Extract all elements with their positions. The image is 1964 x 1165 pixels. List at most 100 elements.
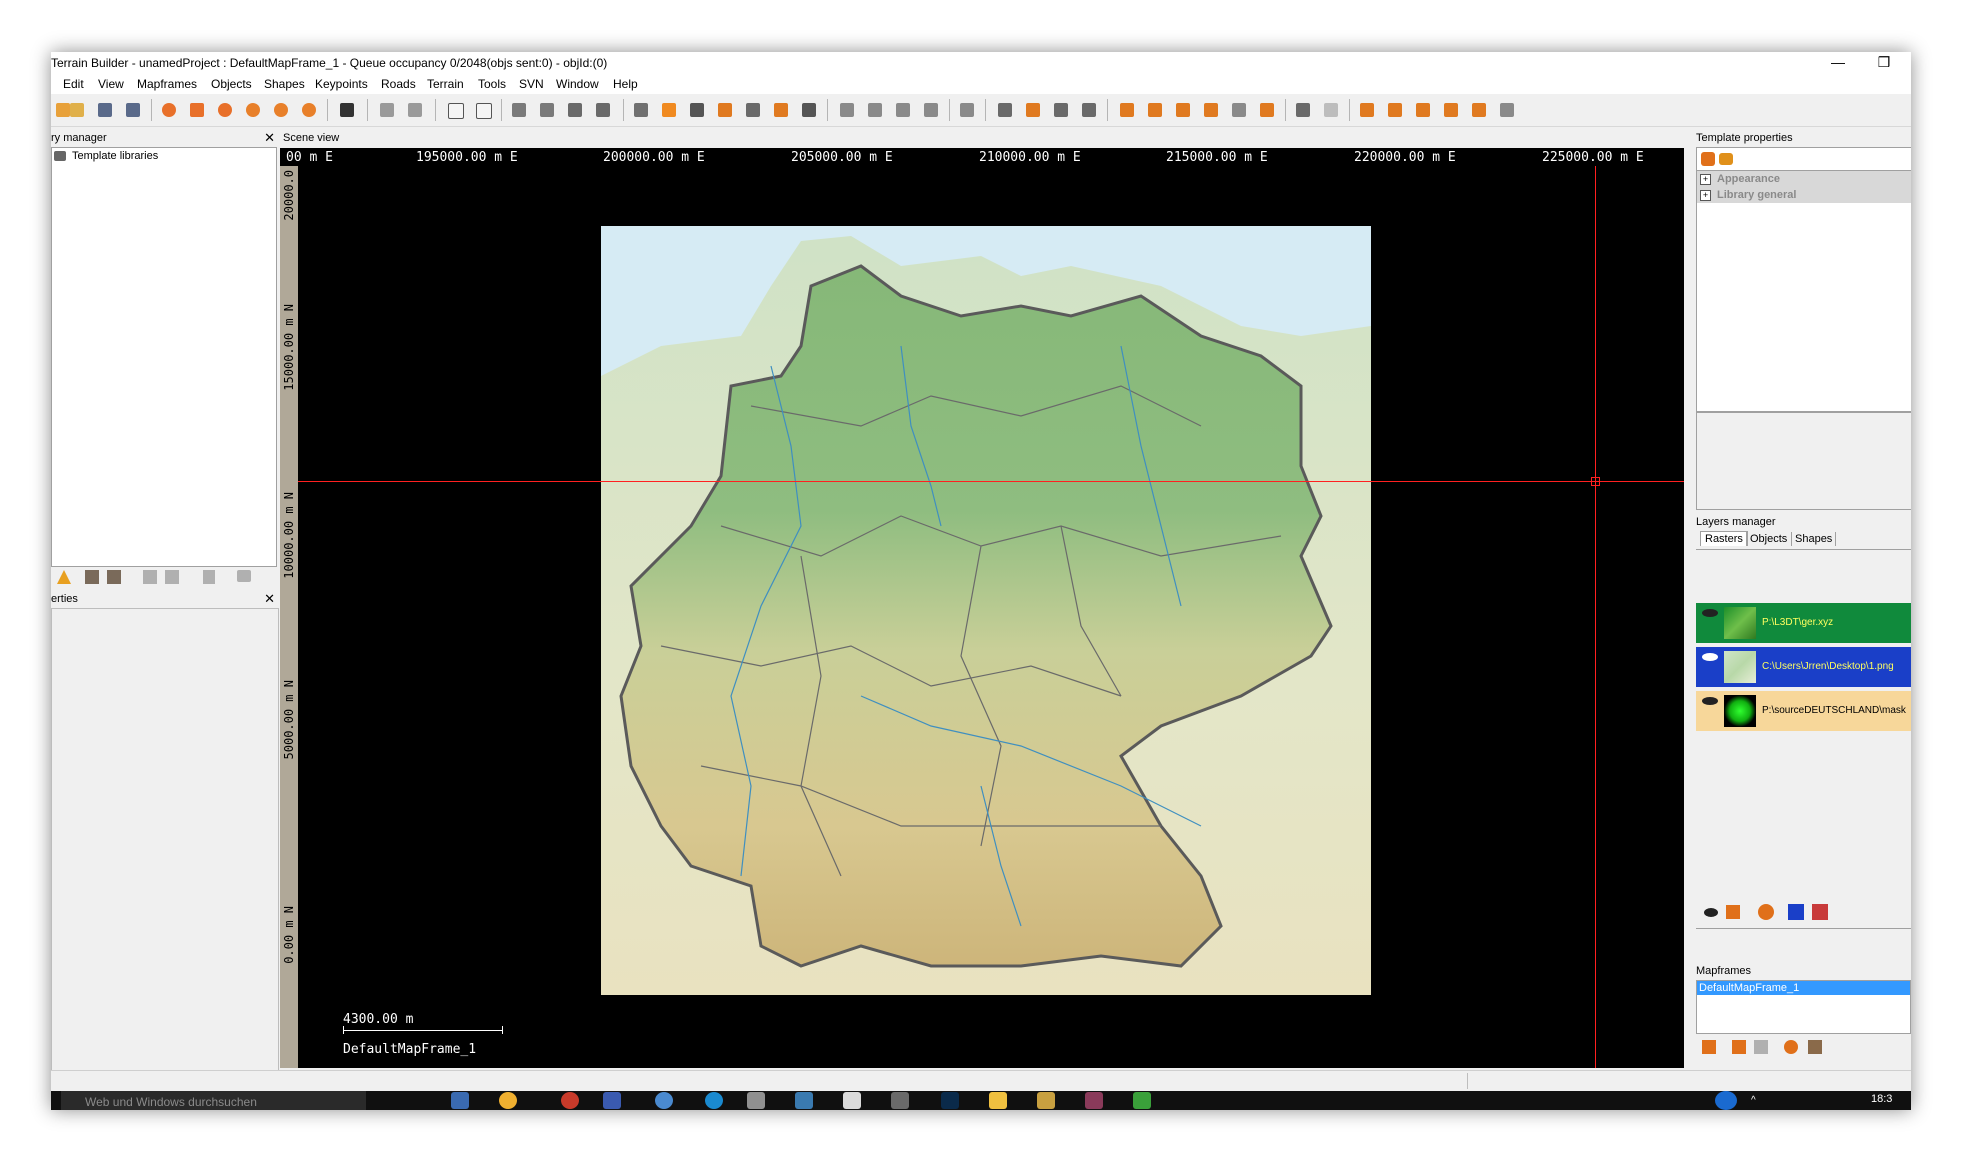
warning-icon[interactable] <box>57 570 71 584</box>
undo-icon[interactable] <box>377 100 397 120</box>
points-icon[interactable] <box>715 100 735 120</box>
measure-icon[interactable] <box>1079 100 1099 120</box>
key-box-icon[interactable] <box>1469 100 1489 120</box>
tab-rasters[interactable]: Rasters <box>1700 531 1748 546</box>
categorize-icon[interactable] <box>1701 152 1715 166</box>
mapframe-delete-icon[interactable] <box>1754 1040 1768 1054</box>
layers-up-icon[interactable] <box>1788 904 1804 920</box>
objects-icon[interactable] <box>187 100 207 120</box>
menu-svn[interactable]: SVN <box>519 77 544 91</box>
l3dt-icon[interactable] <box>891 1092 909 1109</box>
terrain-map[interactable] <box>601 226 1371 995</box>
key-search-icon[interactable] <box>1385 100 1405 120</box>
menu-roads[interactable]: Roads <box>381 77 416 91</box>
search-input[interactable]: Web und Windows durchsuchen <box>85 1095 257 1109</box>
steam-icon[interactable] <box>655 1092 673 1109</box>
open-icon[interactable] <box>67 100 87 120</box>
mode-u-icon[interactable] <box>473 100 493 120</box>
key-add-icon[interactable] <box>1357 100 1377 120</box>
snap-icon[interactable] <box>687 100 707 120</box>
terrain-builder-icon[interactable] <box>1133 1092 1151 1109</box>
zoom-in-icon[interactable] <box>243 100 263 120</box>
taskview-icon[interactable] <box>451 1092 469 1109</box>
menu-terrain[interactable]: Terrain <box>427 77 464 91</box>
dots-icon[interactable] <box>799 100 819 120</box>
mapframe-up-icon[interactable] <box>1732 1040 1746 1054</box>
monitor-icon[interactable] <box>795 1092 813 1109</box>
obj-scatter-icon[interactable] <box>1201 100 1221 120</box>
eye-icon[interactable] <box>1702 653 1718 661</box>
lib-add-icon[interactable] <box>85 570 99 584</box>
window-d-icon[interactable] <box>921 100 941 120</box>
tools-icon[interactable] <box>1293 100 1313 120</box>
mode-m-icon[interactable] <box>445 100 465 120</box>
redo-icon[interactable] <box>405 100 425 120</box>
tray-icons[interactable]: ^ <box>1751 1095 1861 1107</box>
lib-paste-icon[interactable] <box>165 570 179 584</box>
mapframe-props-icon[interactable] <box>1808 1040 1822 1054</box>
prop-library-general[interactable]: Library general <box>1717 189 1796 201</box>
layer-row[interactable]: P:\L3DT\ger.xyz <box>1696 603 1911 643</box>
browser-icon[interactable] <box>499 1092 517 1109</box>
lock-icon[interactable] <box>1726 905 1740 919</box>
menu-view[interactable]: View <box>98 77 124 91</box>
select-icon[interactable] <box>215 100 235 120</box>
layer-row[interactable]: P:\sourceDEUTSCHLAND\mask <box>1696 691 1911 731</box>
trash-icon[interactable] <box>203 570 215 584</box>
mapframe-item[interactable]: DefaultMapFrame_1 <box>1697 981 1910 995</box>
menu-window[interactable]: Window <box>556 77 599 91</box>
frame-icon[interactable] <box>957 100 977 120</box>
menu-objects[interactable]: Objects <box>211 77 252 91</box>
photoshop-icon[interactable] <box>941 1092 959 1109</box>
prop-appearance[interactable]: Appearance <box>1717 173 1780 185</box>
mapframe-view-icon[interactable] <box>1784 1040 1798 1054</box>
eye-icon[interactable] <box>1702 609 1718 617</box>
ruler-icon[interactable] <box>537 100 557 120</box>
window-a-icon[interactable] <box>837 100 857 120</box>
settings-icon[interactable] <box>843 1092 861 1109</box>
tab-shapes[interactable]: Shapes <box>1791 532 1837 546</box>
obj-add-icon[interactable] <box>1117 100 1137 120</box>
menu-mapframes[interactable]: Mapframes <box>137 77 197 91</box>
firefox-icon[interactable] <box>561 1092 579 1109</box>
menu-tools[interactable]: Tools <box>478 77 506 91</box>
window-c-icon[interactable] <box>893 100 913 120</box>
library-tree[interactable]: Template libraries <box>51 147 277 567</box>
expand-icon[interactable]: + <box>1700 174 1711 185</box>
obj-plus-icon[interactable] <box>1257 100 1277 120</box>
help-icon[interactable] <box>1715 1091 1737 1110</box>
paint-icon[interactable] <box>1037 1092 1055 1109</box>
cube-orange-icon[interactable] <box>659 100 679 120</box>
layers-down-icon[interactable] <box>1812 904 1828 920</box>
pan-icon[interactable] <box>1051 100 1071 120</box>
grid-fine-icon[interactable] <box>593 100 613 120</box>
menu-edit[interactable]: Edit <box>63 77 84 91</box>
save-all-icon[interactable] <box>123 100 143 120</box>
clapper-icon[interactable] <box>337 100 357 120</box>
points-grid-icon[interactable] <box>771 100 791 120</box>
mapframe-lock-icon[interactable] <box>1702 1040 1716 1054</box>
grid-icon[interactable] <box>565 100 585 120</box>
obj-move-icon[interactable] <box>1145 100 1165 120</box>
lib-copy-icon[interactable] <box>143 570 157 584</box>
zoom-tool-icon[interactable] <box>299 100 319 120</box>
window-b-icon[interactable] <box>865 100 885 120</box>
sort-icon[interactable] <box>1719 153 1733 165</box>
obj-stairs-icon[interactable] <box>1229 100 1249 120</box>
obj-list-icon[interactable] <box>1173 100 1193 120</box>
chevron-up-icon[interactable]: ^ <box>1751 1095 1756 1106</box>
compass-icon[interactable] <box>1758 904 1774 920</box>
eye-icon[interactable] <box>1702 697 1718 705</box>
game-icon[interactable] <box>1085 1092 1103 1109</box>
folder-icon[interactable] <box>989 1092 1007 1109</box>
lib-open-icon[interactable] <box>107 570 121 584</box>
disabled-tool-icon[interactable] <box>1321 100 1341 120</box>
eye-icon[interactable] <box>1704 908 1718 917</box>
comment-icon[interactable] <box>237 570 251 582</box>
scene-view[interactable] <box>298 166 1684 1068</box>
close-icon[interactable]: ✕ <box>264 130 275 146</box>
menu-keypoints[interactable]: Keypoints <box>315 77 368 91</box>
search-box[interactable]: Web und Windows durchsuchen <box>61 1091 366 1110</box>
hand-icon[interactable] <box>995 100 1015 120</box>
skype-icon[interactable] <box>705 1092 723 1109</box>
